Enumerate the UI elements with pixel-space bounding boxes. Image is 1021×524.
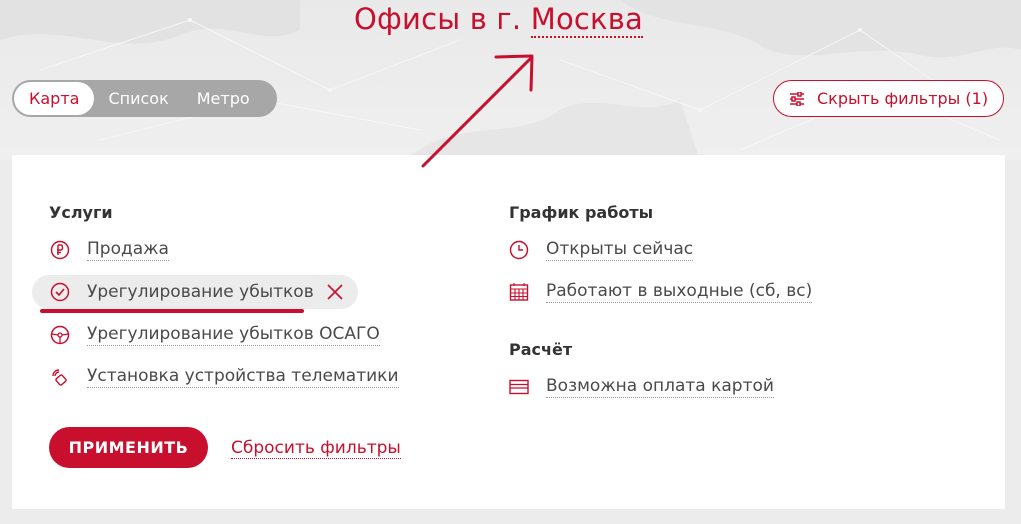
filter-option-open-now[interactable]: Открыты сейчас: [508, 239, 694, 261]
tab-map[interactable]: Карта: [14, 82, 95, 115]
filter-option-label: Урегулирование убытков: [87, 281, 314, 302]
clock-icon: [508, 239, 530, 261]
filter-option-label: Продажа: [87, 239, 169, 261]
filter-option-label: Урегулирование убытков ОСАГО: [87, 324, 380, 346]
filter-option-label: Установка устройства телематики: [87, 366, 399, 388]
schedule-title: График работы: [509, 203, 654, 222]
filter-option-card-payment[interactable]: Возможна оплата картой: [508, 376, 774, 398]
check-circle-icon: [49, 281, 71, 303]
filter-option-claims-osago[interactable]: Урегулирование убытков ОСАГО: [49, 324, 380, 346]
payment-title: Расчёт: [509, 340, 573, 359]
city-selector[interactable]: Москва: [530, 2, 644, 38]
filter-option-telematics[interactable]: Установка устройства телематики: [49, 366, 399, 388]
tab-metro[interactable]: Метро: [183, 82, 264, 115]
filter-option-claims[interactable]: Урегулирование убытков: [32, 275, 358, 309]
reset-filters-link[interactable]: Сбросить фильтры: [231, 438, 401, 459]
ruble-icon: [49, 239, 71, 261]
card-icon: [508, 376, 530, 398]
telematics-icon: [49, 366, 71, 388]
apply-button[interactable]: ПРИМЕНИТЬ: [49, 427, 208, 468]
filter-option-label: Возможна оплата картой: [546, 376, 774, 398]
view-toggle: Карта Список Метро: [12, 80, 277, 117]
tab-list[interactable]: Список: [94, 82, 182, 115]
filter-option-sale[interactable]: Продажа: [49, 239, 169, 261]
filter-option-label: Работают в выходные (сб, вс): [546, 281, 813, 303]
close-icon[interactable]: [326, 283, 344, 301]
filters-panel: Услуги Продажа Урегулирование убытков Ур…: [12, 155, 1005, 509]
sliders-icon: [789, 91, 805, 106]
calendar-icon: [508, 281, 530, 303]
page-title-prefix: Офисы в г.: [354, 2, 522, 36]
page-title: Офисы в г. Москва: [354, 2, 644, 38]
filter-option-weekends[interactable]: Работают в выходные (сб, вс): [508, 281, 813, 303]
steering-wheel-icon: [49, 324, 71, 346]
hide-filters-label: Скрыть фильтры (1): [817, 89, 989, 108]
annotation-underline: [40, 309, 304, 313]
hide-filters-button[interactable]: Скрыть фильтры (1): [773, 80, 1004, 117]
services-title: Услуги: [49, 203, 113, 222]
filter-option-label: Открыты сейчас: [546, 239, 694, 261]
